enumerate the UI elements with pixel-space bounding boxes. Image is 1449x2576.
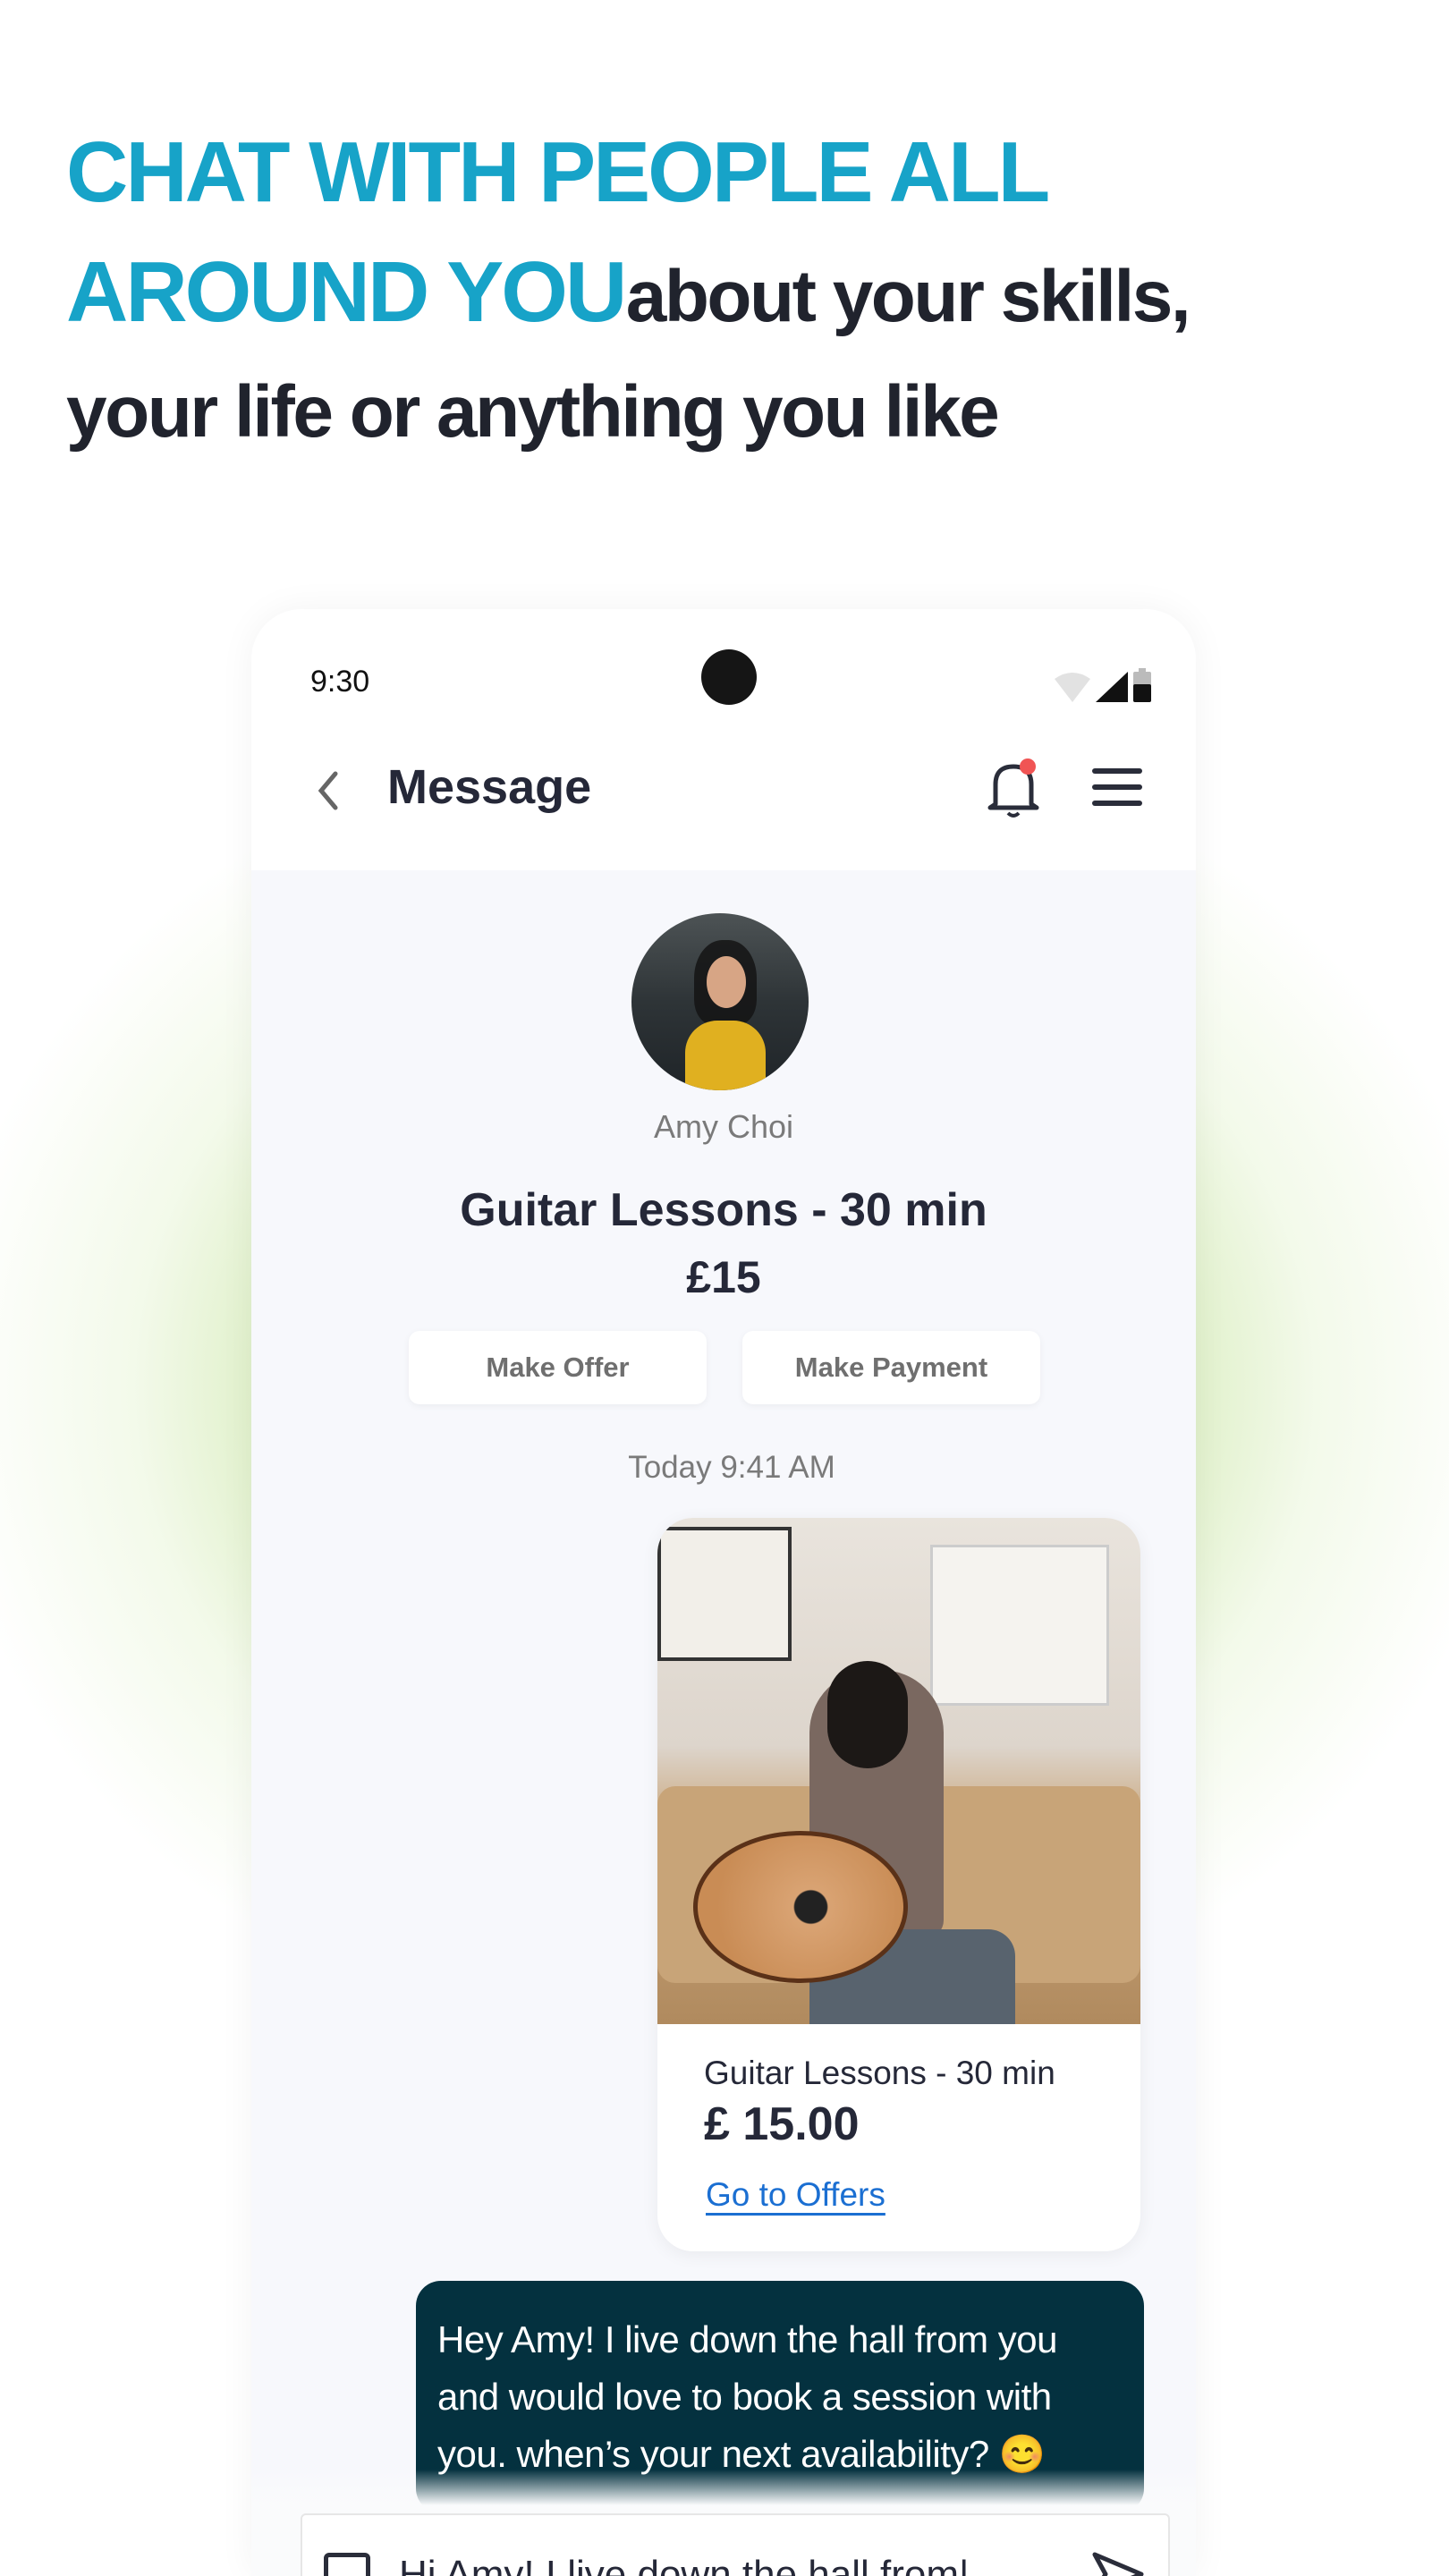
hamburger-icon[interactable]: [1092, 767, 1142, 808]
chevron-left-icon: [318, 771, 338, 810]
status-time: 9:30: [310, 665, 370, 699]
headline-text-3: your life or anything you like: [66, 371, 1000, 453]
battery-icon: [1133, 668, 1151, 702]
go-to-offers-link[interactable]: Go to Offers: [706, 2176, 886, 2214]
offer-photo: [657, 1518, 1140, 2024]
headline-highlight-2: AROUND YOU: [66, 244, 627, 340]
headline-text-2: about your skills,: [625, 256, 1191, 337]
offer-title: Guitar Lessons - 30 min: [704, 2055, 1055, 2091]
image-icon[interactable]: [324, 2553, 370, 2576]
message-input-value[interactable]: Hi Amy! I live down the hall from|: [399, 2553, 969, 2576]
send-icon[interactable]: [1091, 2551, 1145, 2576]
message-input[interactable]: Hi Amy! I live down the hall from|: [301, 2513, 1170, 2576]
listing-title: Guitar Lessons - 30 min: [460, 1184, 987, 1236]
offer-card: Guitar Lessons - 30 min £ 15.00 Go to Of…: [657, 1518, 1140, 2251]
bell-icon[interactable]: [985, 758, 1042, 820]
system-icons: [1055, 668, 1151, 702]
back-button[interactable]: [314, 768, 350, 822]
chat-timestamp: Today 9:41 AM: [628, 1450, 835, 1485]
page-title: Message: [387, 760, 592, 814]
listing-price: £15: [686, 1252, 761, 1302]
offer-price: £ 15.00: [704, 2098, 860, 2150]
signal-icon: [1096, 672, 1128, 702]
camera-cutout: [701, 649, 757, 705]
phone-screen: 9:30 Message Amy Choi Guitar Lessons - 3…: [251, 609, 1196, 2576]
profile-name: Amy Choi: [653, 1108, 794, 1145]
headline-highlight-1: CHAT WITH PEOPLE ALL: [66, 124, 1050, 220]
top-bar: 9:30 Message: [251, 609, 1196, 870]
make-offer-button[interactable]: Make Offer: [409, 1331, 707, 1404]
wifi-icon: [1055, 673, 1090, 702]
avatar[interactable]: [631, 913, 809, 1090]
make-payment-button[interactable]: Make Payment: [742, 1331, 1040, 1404]
notification-dot: [1020, 758, 1036, 775]
headline: CHAT WITH PEOPLE ALL AROUND YOU about yo…: [66, 125, 1408, 480]
